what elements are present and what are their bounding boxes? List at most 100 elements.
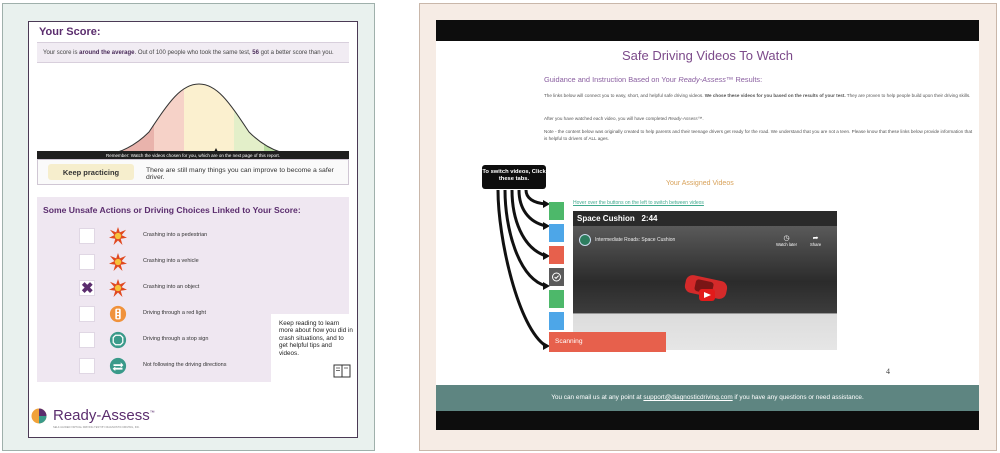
unsafe-checkbox-checked: ✖ bbox=[79, 280, 95, 297]
note-paragraph: Note - the content below was originally … bbox=[544, 129, 973, 141]
crash-burst-icon bbox=[109, 279, 127, 297]
unsafe-checkbox bbox=[79, 306, 95, 322]
para1-c: They are proven to help people build upo… bbox=[845, 93, 971, 98]
unsafe-item-label: Crashing into an object bbox=[143, 284, 200, 290]
completion-paragraph: After you have watched each video, you w… bbox=[544, 116, 974, 123]
book-icon bbox=[333, 364, 351, 378]
support-email-link[interactable]: support@diagnosticdriving.com bbox=[643, 394, 732, 401]
guidance-heading: Guidance and Instruction Based on Your R… bbox=[544, 75, 762, 84]
para1-b: We chose these videos for you based on t… bbox=[704, 93, 846, 98]
unsafe-item: Crashing into a vehicle bbox=[37, 252, 257, 274]
arrow-line bbox=[517, 189, 547, 228]
clock-icon: ◷ bbox=[783, 235, 790, 242]
letterbox-top bbox=[436, 20, 979, 41]
video-player[interactable]: Space Cushion 2:44 Intermediate Roads: S… bbox=[573, 211, 837, 350]
crash-burst-icon bbox=[109, 227, 127, 245]
bell-bands bbox=[69, 84, 329, 158]
video-title-text: Space Cushion bbox=[577, 214, 635, 223]
share-icon: ➦ bbox=[812, 235, 819, 242]
assigned-videos-title: Your Assigned Videos bbox=[666, 180, 734, 187]
video-tab-1[interactable] bbox=[549, 202, 564, 220]
left-page-frame: Your Score: Your score is around the ave… bbox=[2, 3, 375, 451]
feedback-row: Keep practicing There are still many thi… bbox=[37, 159, 349, 185]
video-title: Space Cushion 2:44 bbox=[577, 214, 657, 223]
logo-text: Ready-Assess bbox=[53, 407, 150, 424]
unsafe-item: Driving through a red light bbox=[37, 304, 257, 326]
para2-a: After you have watched each video, you w… bbox=[544, 116, 669, 121]
crash-burst-icon bbox=[109, 253, 127, 271]
checked-x-icon: ✖ bbox=[81, 280, 94, 297]
unsafe-item-label: Not following the driving directions bbox=[143, 362, 227, 368]
band-low bbox=[114, 84, 154, 158]
score-number: 56 bbox=[252, 50, 259, 56]
play-icon bbox=[704, 291, 711, 298]
videos-slide: Safe Driving Videos To Watch Guidance an… bbox=[436, 20, 979, 430]
score-report-page: Your Score: Your score is around the ave… bbox=[28, 21, 358, 438]
watch-later-button[interactable]: ◷ Watch later bbox=[776, 234, 797, 247]
band-high bbox=[264, 84, 299, 158]
slide-title: Safe Driving Videos To Watch bbox=[621, 48, 793, 63]
unsafe-checkbox bbox=[79, 254, 95, 270]
ready-assess-logo-icon bbox=[31, 408, 47, 424]
unsafe-item: ✖ Crashing into an object bbox=[37, 278, 257, 300]
traffic-light-icon bbox=[109, 305, 127, 323]
band-very-low bbox=[69, 84, 114, 158]
share-label: Share bbox=[810, 242, 822, 247]
unsafe-checkbox bbox=[79, 358, 95, 374]
contact-footer: You can email us at any point at support… bbox=[436, 385, 979, 411]
score-text-1: Your score is bbox=[43, 50, 80, 56]
logo-tagline: SELF-GUIDED VIRTUAL DRIVING TEST BY DIAG… bbox=[53, 426, 140, 429]
score-summary: Your score is around the average. Out of… bbox=[37, 42, 349, 63]
video-title-bar: Space Cushion 2:44 bbox=[573, 211, 837, 226]
tips-card: Keep reading to learn more about how you… bbox=[271, 314, 357, 384]
ready-assess-logo: Ready-Assess™ bbox=[53, 407, 155, 424]
score-bell-curve bbox=[69, 83, 329, 162]
hover-instructions-link[interactable]: Hover over the buttons on the left to sw… bbox=[573, 200, 704, 206]
guidance-prefix: Guidance and Instruction Based on Your bbox=[544, 75, 679, 84]
unsafe-checkbox bbox=[79, 228, 95, 244]
letterbox-bottom bbox=[436, 411, 979, 430]
intro-paragraph: The links below will connect you to easy… bbox=[544, 93, 974, 100]
channel-avatar[interactable] bbox=[579, 234, 591, 246]
page-number: 4 bbox=[886, 367, 890, 376]
unsafe-item: Crashing into a pedestrian bbox=[37, 226, 257, 248]
para1-a: The links below will connect you to easy… bbox=[544, 93, 705, 98]
check-circle-icon bbox=[552, 272, 561, 282]
share-button[interactable]: ➦ Share bbox=[810, 234, 821, 247]
channel-video-title[interactable]: Intermediate Roads: Space Cushion bbox=[595, 237, 675, 243]
tips-text: Keep reading to learn more about how you… bbox=[279, 320, 353, 357]
feedback-text: There are still many things you can impr… bbox=[146, 167, 334, 181]
guidance-brand: Ready-Assess bbox=[678, 75, 727, 84]
video-tab-2[interactable] bbox=[549, 224, 564, 242]
score-text-bold: around the average bbox=[79, 50, 135, 56]
video-tab-scanning[interactable]: Scanning bbox=[549, 332, 666, 352]
video-tab-6[interactable] bbox=[549, 312, 564, 330]
watch-later-label: Watch later bbox=[776, 242, 798, 247]
unsafe-item-label: Driving through a stop sign bbox=[143, 336, 209, 342]
guidance-suffix: ™ Results: bbox=[726, 75, 763, 84]
contact-suffix: if you have any questions or need assist… bbox=[732, 394, 864, 401]
video-tab-5[interactable] bbox=[549, 290, 564, 308]
para2-b: Ready-Assess bbox=[668, 116, 698, 121]
right-page-frame: Safe Driving Videos To Watch Guidance an… bbox=[419, 3, 997, 451]
score-text-3: got a better score than you. bbox=[258, 50, 334, 56]
switch-videos-callout: To switch videos, Click these tabs. bbox=[482, 165, 546, 189]
unsafe-item: Not following the driving directions bbox=[37, 356, 257, 378]
logo-tm: ™ bbox=[149, 410, 155, 416]
band-below-avg bbox=[154, 84, 184, 158]
remember-banner: Remember: Watch the videos chosen for yo… bbox=[37, 151, 349, 159]
band-very-high bbox=[299, 84, 329, 158]
unsafe-item-label: Crashing into a pedestrian bbox=[143, 232, 208, 238]
video-tab-3[interactable] bbox=[549, 246, 564, 264]
play-button[interactable] bbox=[699, 289, 715, 301]
video-duration: 2:44 bbox=[641, 214, 658, 223]
feedback-badge: Keep practicing bbox=[48, 164, 134, 180]
stop-sign-icon bbox=[109, 331, 127, 349]
directions-icon bbox=[109, 357, 127, 375]
unsafe-checkbox bbox=[79, 332, 95, 348]
score-title: Your Score: bbox=[39, 26, 101, 38]
para2-c: ™. bbox=[697, 116, 704, 121]
unsafe-item-label: Crashing into a vehicle bbox=[143, 258, 199, 264]
unsafe-item-label: Driving through a red light bbox=[143, 310, 206, 316]
video-tab-4-watched[interactable] bbox=[549, 268, 564, 286]
